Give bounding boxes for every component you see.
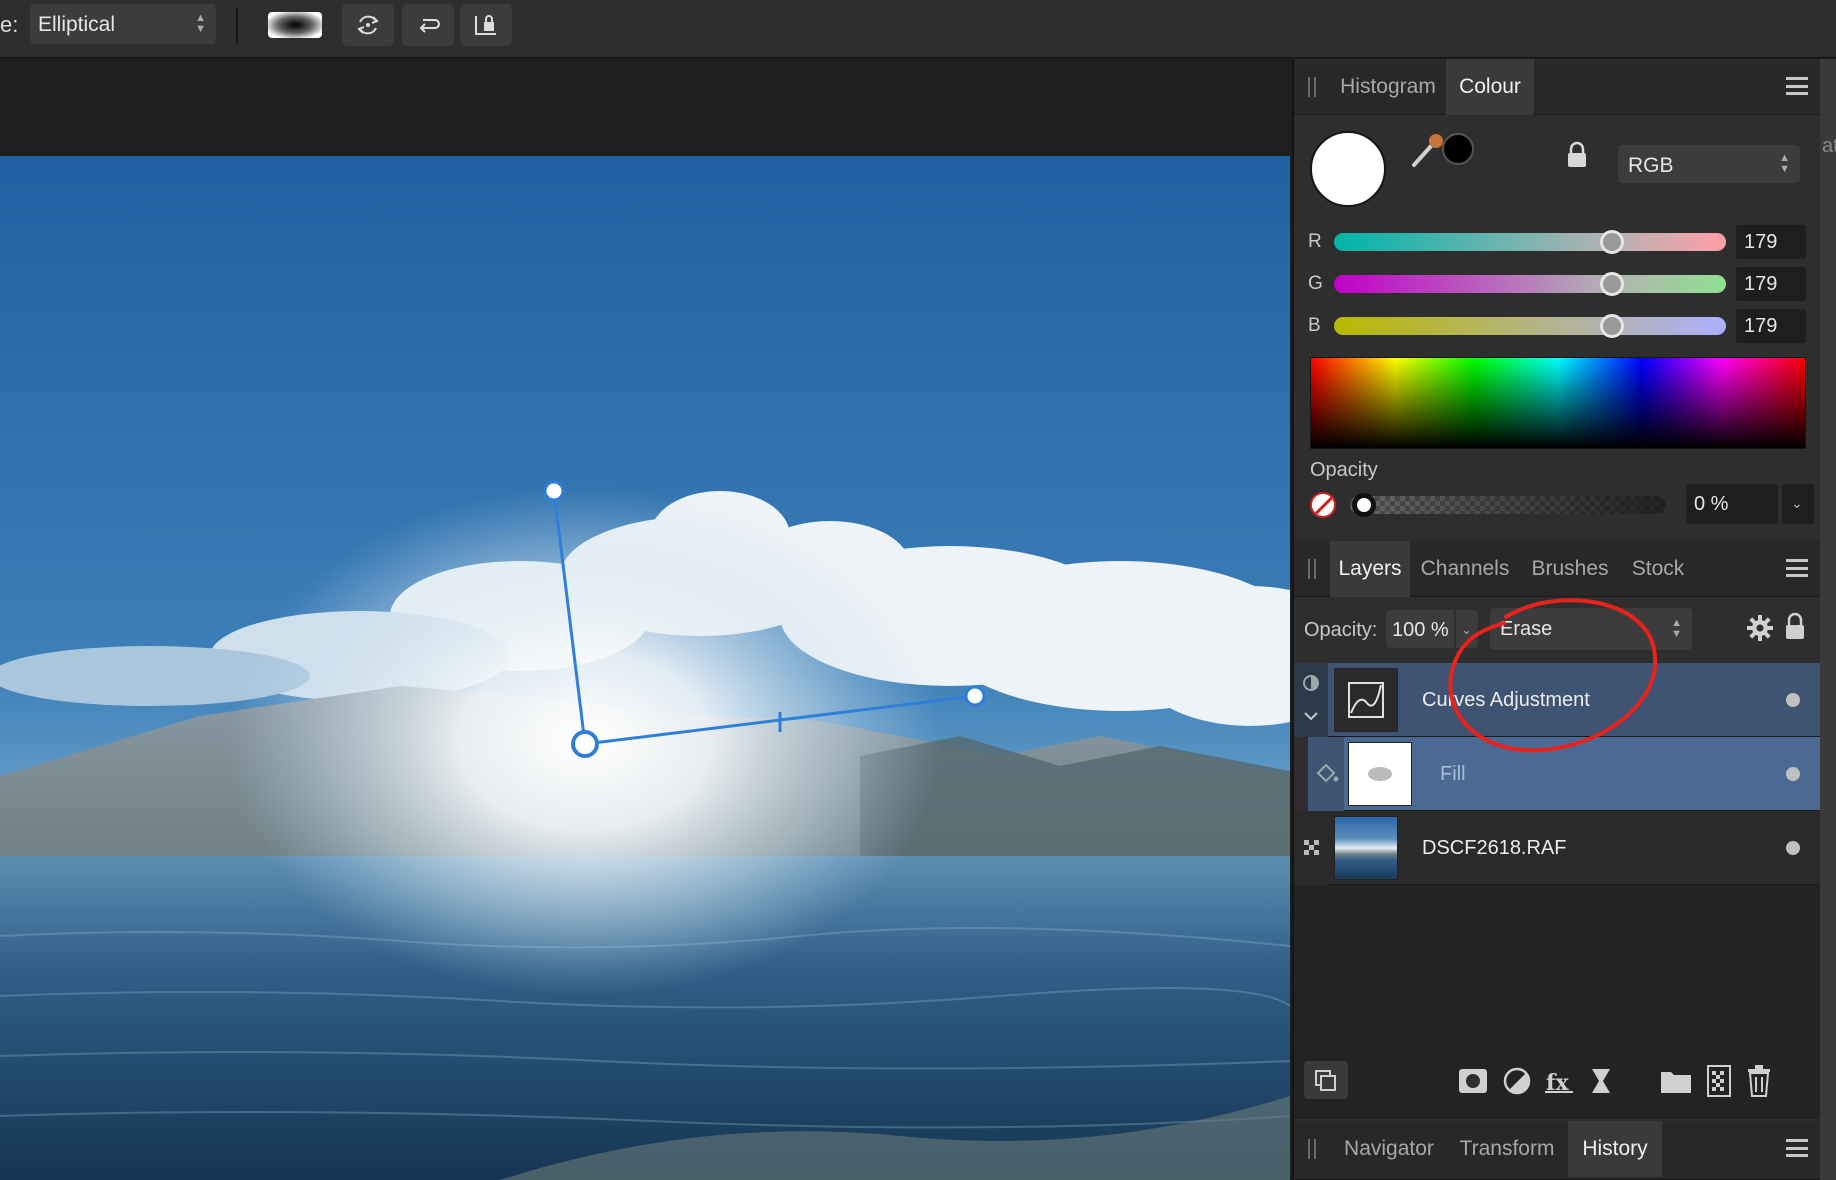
gradient-preview-button[interactable] bbox=[268, 12, 322, 38]
opacity-slider[interactable] bbox=[1350, 496, 1666, 514]
layer-row-dscf2618[interactable]: DSCF2618.RAF bbox=[1294, 811, 1822, 885]
gradient-type-select[interactable]: Elliptical ▲ ▼ bbox=[30, 4, 216, 44]
channel-value-b[interactable]: 179 bbox=[1736, 309, 1806, 343]
fill-bucket-icon bbox=[1316, 763, 1339, 783]
colour-model-select[interactable]: RGB ▲ ▼ bbox=[1618, 145, 1800, 183]
channel-label-g: G bbox=[1308, 273, 1323, 294]
adjustment-layer-icon[interactable] bbox=[1500, 1065, 1534, 1097]
channel-knob-b[interactable] bbox=[1600, 314, 1624, 338]
photo-canvas[interactable] bbox=[0, 156, 1290, 1180]
channel-knob-r[interactable] bbox=[1600, 230, 1624, 254]
live-filter-icon[interactable] bbox=[1584, 1065, 1618, 1097]
canvas-background bbox=[0, 59, 1290, 156]
channel-slider-b[interactable] bbox=[1334, 317, 1726, 335]
layer-stack-button[interactable] bbox=[1304, 1061, 1348, 1099]
lock-ruler-icon bbox=[475, 15, 496, 35]
checkerboard-icon bbox=[1304, 840, 1319, 855]
panel-grip-icon[interactable] bbox=[1308, 1139, 1316, 1159]
annotation-circle bbox=[1448, 598, 1658, 753]
channel-value-g[interactable]: 179 bbox=[1736, 267, 1806, 301]
layer-stack-icon bbox=[1315, 1070, 1336, 1091]
tab-layers[interactable]: Layers bbox=[1330, 541, 1410, 597]
panel-grip-icon[interactable] bbox=[1308, 559, 1316, 579]
history-panel-tabbar: Navigator Transform History bbox=[1294, 1121, 1822, 1180]
layer-gutter bbox=[1294, 811, 1328, 885]
fill-thumbnail bbox=[1348, 742, 1412, 806]
colour-panel-menu-icon[interactable] bbox=[1786, 77, 1808, 95]
channel-label-r: R bbox=[1308, 231, 1322, 252]
layer-expand-icons[interactable] bbox=[1294, 663, 1328, 737]
channel-label-b: B bbox=[1308, 315, 1321, 336]
colour-model-value: RGB bbox=[1628, 154, 1674, 177]
gear-icon[interactable] bbox=[1746, 614, 1774, 642]
curves-icon bbox=[1348, 682, 1384, 718]
tab-history[interactable]: History bbox=[1568, 1121, 1662, 1177]
history-panel-menu-icon[interactable] bbox=[1786, 1139, 1808, 1157]
channel-slider-g[interactable] bbox=[1334, 275, 1726, 293]
layer-visibility-toggle[interactable] bbox=[1786, 841, 1800, 855]
group-folder-icon[interactable] bbox=[1658, 1065, 1694, 1097]
opacity-value-field[interactable]: 0 % bbox=[1686, 484, 1778, 524]
mask-layer-icon[interactable] bbox=[1456, 1065, 1490, 1097]
right-edge-strip: at bbox=[1820, 59, 1836, 1180]
right-panels: Histogram Colour RGB ▲ ▼ R 179 G 179 B 1… bbox=[1292, 59, 1822, 1180]
tab-navigator[interactable]: Navigator bbox=[1330, 1121, 1448, 1177]
new-pixel-layer-icon[interactable] bbox=[1704, 1063, 1734, 1099]
fx-icon[interactable]: fx bbox=[1542, 1065, 1576, 1097]
channel-value-r[interactable]: 179 bbox=[1736, 225, 1806, 259]
layer-opacity-label: Opacity: bbox=[1304, 619, 1378, 641]
tab-transform[interactable]: Transform bbox=[1448, 1121, 1566, 1177]
tab-histogram[interactable]: Histogram bbox=[1330, 59, 1446, 115]
type-label: e: bbox=[0, 12, 19, 37]
layers-panel-menu-icon[interactable] bbox=[1786, 559, 1808, 577]
opacity-knob[interactable] bbox=[1352, 493, 1376, 517]
secondary-colour-swatch[interactable] bbox=[1442, 133, 1474, 165]
reverse-icon bbox=[357, 15, 379, 35]
curves-thumbnail bbox=[1334, 668, 1398, 732]
layer-name-dscf2618[interactable]: DSCF2618.RAF bbox=[1422, 837, 1567, 860]
layer-visibility-toggle[interactable] bbox=[1786, 767, 1800, 781]
right-strip-text: at bbox=[1822, 135, 1836, 157]
opacity-label: Opacity bbox=[1310, 459, 1378, 481]
photo-image bbox=[0, 156, 1290, 1180]
lock-icon[interactable] bbox=[1566, 141, 1588, 169]
layer-gutter bbox=[1294, 737, 1308, 811]
photo-thumbnail bbox=[1334, 816, 1398, 880]
layer-gutter bbox=[1294, 663, 1328, 737]
colour-panel-tabbar: Histogram Colour bbox=[1294, 59, 1822, 115]
reverse-gradient-button[interactable] bbox=[342, 4, 394, 46]
channel-knob-g[interactable] bbox=[1600, 272, 1624, 296]
select-arrows-icon: ▲ ▼ bbox=[1779, 152, 1790, 175]
context-toolbar: e: Elliptical ▲ ▼ bbox=[0, 0, 1836, 58]
tab-colour[interactable]: Colour bbox=[1446, 59, 1534, 115]
return-arrow-icon bbox=[419, 19, 440, 33]
fill-mask-preview bbox=[1368, 767, 1392, 781]
panel-grip-icon[interactable] bbox=[1308, 77, 1316, 97]
rotate-gradient-button[interactable] bbox=[402, 4, 454, 46]
toolbar-divider bbox=[236, 8, 238, 44]
app-window: e: Elliptical ▲ ▼ Histogram Colour RGB ▲… bbox=[0, 0, 1836, 1180]
trash-icon[interactable] bbox=[1744, 1063, 1774, 1099]
layer-visibility-toggle[interactable] bbox=[1786, 693, 1800, 707]
fill-child-gutter bbox=[1308, 737, 1344, 811]
gradient-type-value: Elliptical bbox=[38, 13, 116, 36]
select-arrows-icon: ▲ ▼ bbox=[195, 12, 206, 35]
colour-spectrum[interactable] bbox=[1310, 357, 1806, 449]
channel-slider-r[interactable] bbox=[1334, 233, 1726, 251]
layer-lock-icon[interactable] bbox=[1784, 612, 1806, 642]
opacity-dropdown-icon[interactable]: ⌄ bbox=[1782, 484, 1814, 524]
eyedropper-icon[interactable] bbox=[1406, 131, 1446, 171]
primary-colour-swatch[interactable] bbox=[1310, 131, 1386, 207]
lock-aspect-button[interactable] bbox=[460, 4, 512, 46]
no-fill-icon[interactable] bbox=[1310, 492, 1336, 518]
